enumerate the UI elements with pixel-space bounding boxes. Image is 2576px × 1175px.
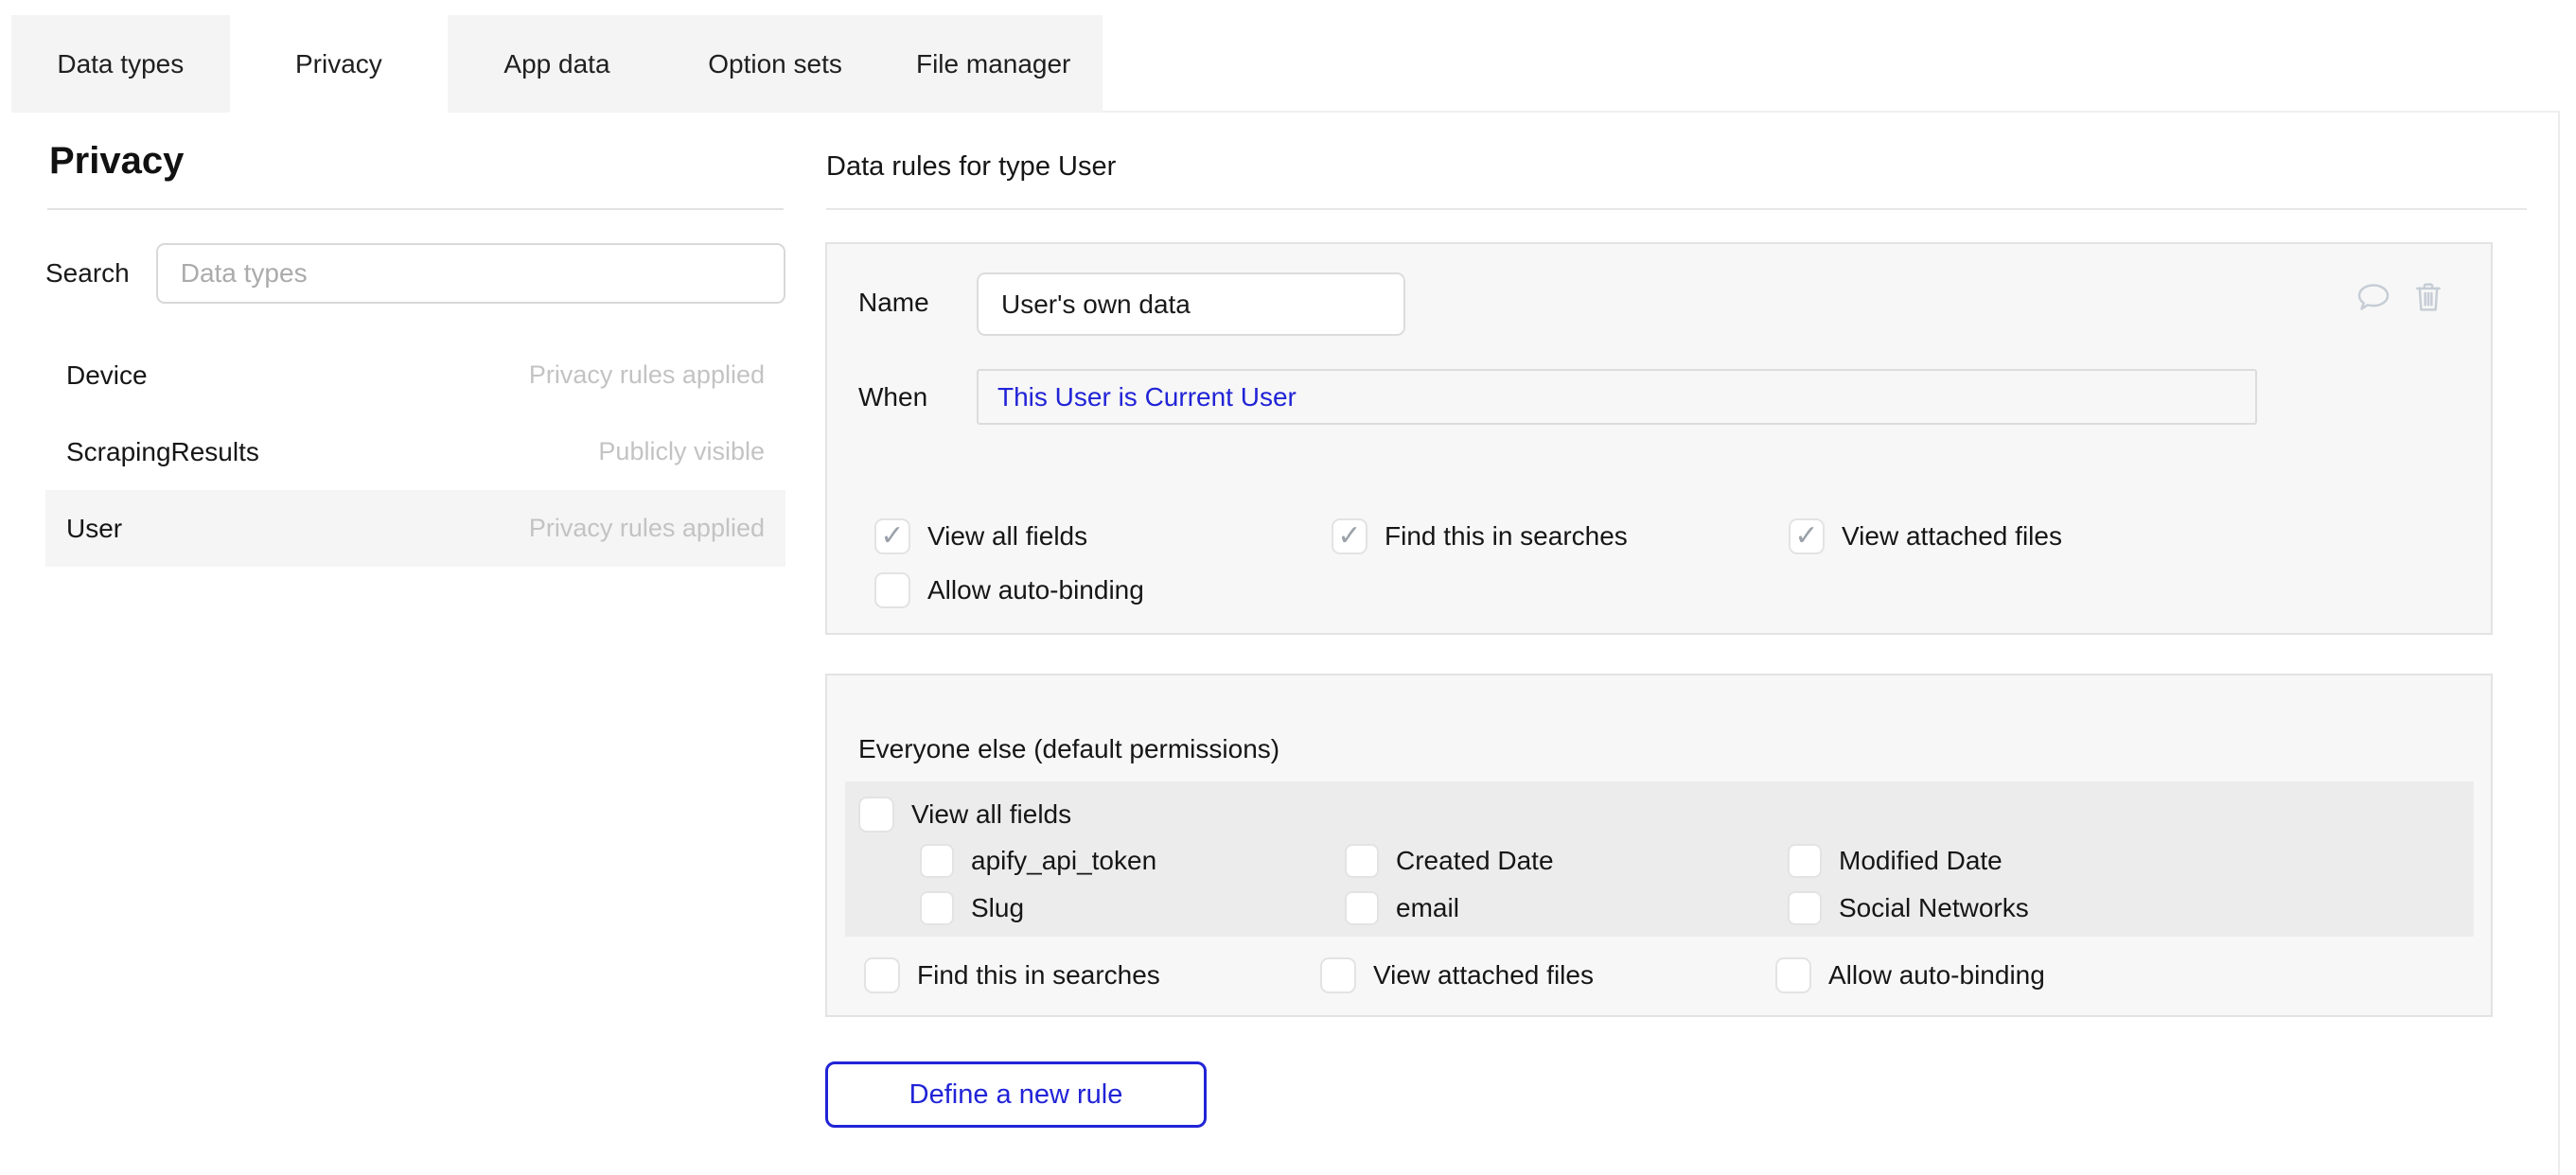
tab-data-types[interactable]: Data types xyxy=(11,15,230,113)
field-checkbox-grid: apify_api_token Created Date Modified Da… xyxy=(920,844,2396,925)
comment-icon[interactable] xyxy=(2355,278,2392,316)
default-permissions-grid: Find this in searches View attached file… xyxy=(864,957,2340,993)
view-all-fields-checkbox[interactable] xyxy=(874,518,910,554)
checkbox-label: email xyxy=(1396,893,1459,923)
view-all-fields-checkbox[interactable] xyxy=(858,797,894,833)
default-card-title: Everyone else (default permissions) xyxy=(858,734,1279,764)
rule-card-actions xyxy=(2355,278,2447,316)
privacy-status: Privacy rules applied xyxy=(529,514,765,543)
find-in-searches-checkbox[interactable] xyxy=(864,957,900,993)
when-label: When xyxy=(858,382,927,412)
perm-view-attached-files: View attached files xyxy=(1320,957,1775,993)
checkbox-label: Created Date xyxy=(1396,846,1554,876)
perm-allow-auto-binding: Allow auto-binding xyxy=(874,572,1332,608)
rule-card: Name When This User is Current User User… xyxy=(825,242,2493,635)
field-checkbox[interactable] xyxy=(1788,891,1822,925)
field-created-date: Created Date xyxy=(1345,844,1788,878)
privacy-status: Privacy rules applied xyxy=(529,360,765,390)
checkbox-label: Allow auto-binding xyxy=(1828,960,2045,991)
field-modified-date: Modified Date xyxy=(1788,844,2396,878)
perm-find-in-searches: Find this in searches xyxy=(1332,518,1789,554)
search-label: Search xyxy=(45,258,130,289)
data-type-name: Device xyxy=(66,360,148,391)
rules-heading: Data rules for type User xyxy=(826,151,1116,183)
fields-region: View all fields apify_api_token Created … xyxy=(845,781,2474,937)
rule-permissions-grid: View all fields Find this in searches Vi… xyxy=(874,518,2351,608)
checkbox-label: Social Networks xyxy=(1839,893,2029,923)
page-title: Privacy xyxy=(49,140,184,183)
when-condition-text: This User is Current User xyxy=(997,382,1297,412)
tab-app-data[interactable]: App data xyxy=(448,15,666,113)
view-attached-files-checkbox[interactable] xyxy=(1320,957,1356,993)
tab-file-manager[interactable]: File manager xyxy=(884,15,1103,113)
perm-view-attached-files: View attached files xyxy=(1789,518,2351,554)
view-attached-files-checkbox[interactable] xyxy=(1789,518,1825,554)
name-label: Name xyxy=(858,288,929,318)
top-frame-line xyxy=(1103,111,2558,113)
allow-auto-binding-checkbox[interactable] xyxy=(874,572,910,608)
default-permissions-card: Everyone else (default permissions) View… xyxy=(825,674,2493,1017)
data-type-list: Device Privacy rules applied ScrapingRes… xyxy=(45,337,785,567)
list-item-device[interactable]: Device Privacy rules applied xyxy=(45,337,785,413)
data-type-name: User xyxy=(66,514,122,544)
define-new-rule-button[interactable]: Define a new rule xyxy=(825,1061,1207,1128)
checkbox-label: Find this in searches xyxy=(917,960,1160,991)
rule-name-input[interactable] xyxy=(977,272,1405,336)
perm-view-all-fields: View all fields xyxy=(874,518,1332,554)
delete-icon[interactable] xyxy=(2409,278,2447,316)
field-social-networks: Social Networks xyxy=(1788,891,2396,925)
search-input[interactable] xyxy=(156,243,785,304)
privacy-status: Publicly visible xyxy=(598,437,765,466)
field-checkbox[interactable] xyxy=(1345,844,1379,878)
perm-allow-auto-binding: Allow auto-binding xyxy=(1775,957,2340,993)
right-frame-line xyxy=(2558,111,2560,1175)
checkbox-label: View all fields xyxy=(911,799,1071,830)
field-checkbox[interactable] xyxy=(920,891,954,925)
tab-bar: Data types Privacy App data Option sets … xyxy=(11,15,1103,113)
checkbox-label: View attached files xyxy=(1373,960,1594,991)
perm-find-in-searches: Find this in searches xyxy=(864,957,1320,993)
field-apify-api-token: apify_api_token xyxy=(920,844,1345,878)
data-type-name: ScrapingResults xyxy=(66,437,259,467)
when-condition-box[interactable]: This User is Current User xyxy=(977,369,2257,425)
sidebar-divider xyxy=(47,208,784,210)
field-slug: Slug xyxy=(920,891,1345,925)
tab-option-sets[interactable]: Option sets xyxy=(666,15,885,113)
checkbox-label: Allow auto-binding xyxy=(927,575,1144,605)
checkbox-label: View attached files xyxy=(1842,521,2062,552)
list-item-user[interactable]: User Privacy rules applied xyxy=(45,490,785,567)
list-item-scrapingresults[interactable]: ScrapingResults Publicly visible xyxy=(45,413,785,490)
rules-divider xyxy=(826,208,2527,210)
checkbox-label: apify_api_token xyxy=(971,846,1156,876)
default-view-all-fields: View all fields xyxy=(858,797,1071,833)
field-checkbox[interactable] xyxy=(1788,844,1822,878)
checkbox-label: Modified Date xyxy=(1839,846,2003,876)
field-checkbox[interactable] xyxy=(920,844,954,878)
field-checkbox[interactable] xyxy=(1345,891,1379,925)
checkbox-label: View all fields xyxy=(927,521,1087,552)
find-in-searches-checkbox[interactable] xyxy=(1332,518,1367,554)
checkbox-label: Find this in searches xyxy=(1385,521,1628,552)
tab-privacy[interactable]: Privacy xyxy=(230,15,449,113)
search-row: Search xyxy=(45,243,785,304)
checkbox-label: Slug xyxy=(971,893,1024,923)
allow-auto-binding-checkbox[interactable] xyxy=(1775,957,1811,993)
field-email: email xyxy=(1345,891,1788,925)
